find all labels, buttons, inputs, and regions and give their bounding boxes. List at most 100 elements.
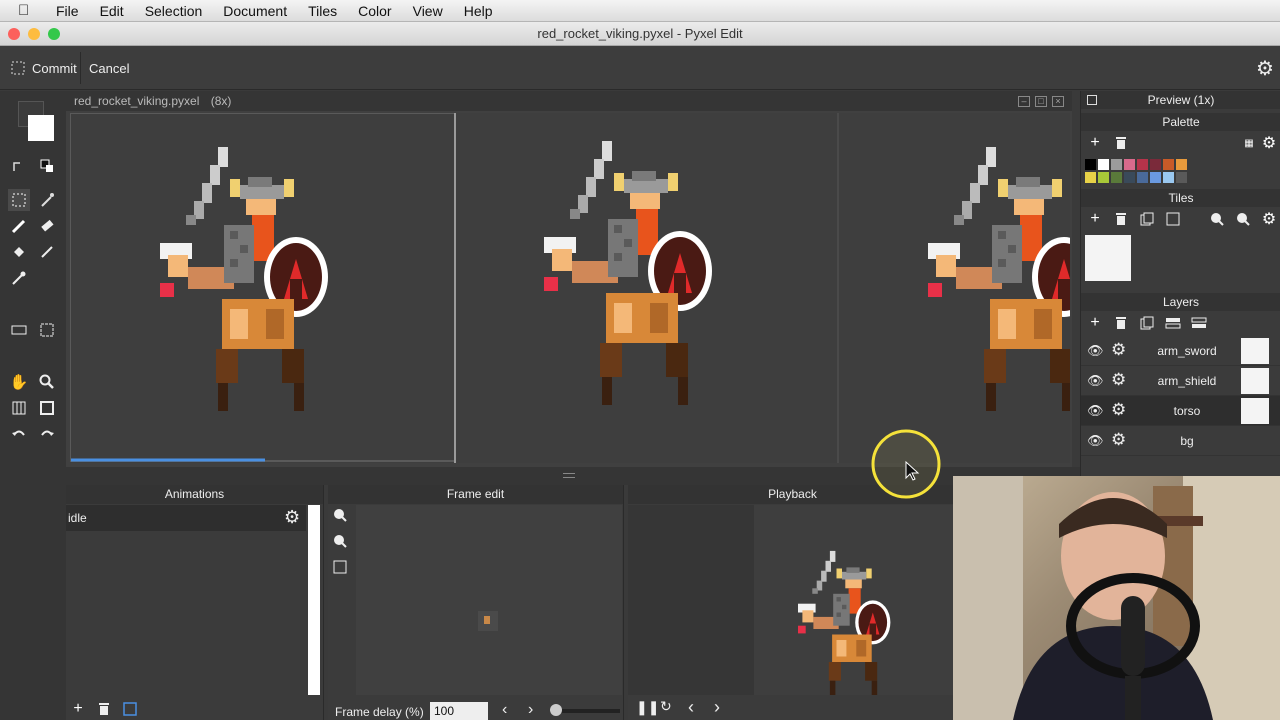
settings-button[interactable]: ⚙ — [1256, 46, 1274, 90]
layer-row[interactable]: 👁 ⚙ bg — [1081, 426, 1280, 456]
layer-row[interactable]: 👁 ⚙ arm_shield — [1081, 366, 1280, 396]
palette-swatch[interactable] — [1150, 159, 1161, 170]
layer-gear-icon[interactable]: ⚙ — [1111, 370, 1126, 390]
brush-icon[interactable] — [36, 241, 58, 263]
menu-color[interactable]: Color — [358, 3, 391, 19]
add-color-button[interactable]: + — [1085, 133, 1105, 153]
minimize-window-button[interactable] — [28, 28, 40, 40]
duplicate-layer-icon[interactable] — [1137, 313, 1157, 333]
delete-animation-icon[interactable] — [94, 699, 114, 719]
zoom-icon[interactable] — [36, 371, 58, 393]
palette-gear-icon[interactable]: ⚙ — [1259, 133, 1279, 153]
animation-item[interactable]: idle ⚙ — [66, 505, 306, 531]
tile-grid-icon[interactable] — [36, 397, 58, 419]
prev-playback-icon[interactable]: ‹ — [688, 697, 694, 718]
cancel-button[interactable]: Cancel — [89, 46, 129, 90]
frame-grid-icon[interactable] — [330, 557, 350, 577]
frame-edit-canvas[interactable] — [356, 505, 622, 695]
palette-swatch[interactable] — [1124, 159, 1135, 170]
palette-swatch[interactable] — [1150, 172, 1161, 183]
palette-swatch[interactable] — [1163, 159, 1174, 170]
eye-icon[interactable]: 👁 — [1087, 373, 1104, 389]
palette-swatch[interactable] — [1137, 172, 1148, 183]
layer-gear-icon[interactable]: ⚙ — [1111, 400, 1126, 420]
grid-toggle-icon[interactable] — [8, 397, 30, 419]
menu-document[interactable]: Document — [223, 3, 287, 19]
add-layer-button[interactable]: + — [1085, 313, 1105, 333]
merge-up-icon[interactable] — [1189, 313, 1209, 333]
close-doc-icon[interactable]: × — [1052, 96, 1064, 107]
palette-swatch[interactable] — [1176, 159, 1187, 170]
layer-row-selected[interactable]: 👁 ⚙ torso — [1081, 396, 1280, 426]
pencil-icon[interactable] — [8, 215, 30, 237]
layers-panel-header[interactable]: Layers — [1081, 293, 1280, 311]
restore-doc-icon[interactable]: □ — [1035, 96, 1047, 107]
palette-swatch[interactable] — [1098, 172, 1109, 183]
prev-frame-icon[interactable]: ‹ — [502, 701, 507, 719]
palette-panel-header[interactable]: Palette — [1081, 113, 1280, 131]
tile-thumbnail[interactable] — [1085, 235, 1131, 281]
hand-icon[interactable]: ✋ — [8, 371, 30, 393]
add-tile-button[interactable]: + — [1085, 209, 1105, 229]
animations-scrollbar[interactable] — [308, 505, 320, 695]
zoom-out-tiles-icon[interactable] — [1233, 209, 1253, 229]
zoom-window-button[interactable] — [48, 28, 60, 40]
rect-select-icon[interactable] — [8, 189, 30, 211]
layer-gear-icon[interactable]: ⚙ — [1111, 340, 1126, 360]
palette-options-icon[interactable]: ▦ — [1239, 133, 1259, 153]
animation-range-icon[interactable] — [120, 699, 140, 719]
undo-icon[interactable] — [8, 423, 30, 445]
loop-icon[interactable]: ↻ — [660, 698, 672, 715]
tiles-panel-header[interactable]: Tiles — [1081, 189, 1280, 207]
preview-toggle-icon[interactable] — [1087, 95, 1097, 105]
delete-tile-icon[interactable] — [1111, 209, 1131, 229]
menu-file[interactable]: File — [56, 3, 79, 19]
fill-bucket-icon[interactable] — [8, 241, 30, 263]
zoom-in-frame-icon[interactable] — [330, 505, 350, 525]
delete-color-icon[interactable] — [1111, 133, 1131, 153]
merge-down-icon[interactable] — [1163, 313, 1183, 333]
delete-layer-icon[interactable] — [1111, 313, 1131, 333]
layer-gear-icon[interactable]: ⚙ — [1111, 430, 1126, 450]
next-playback-icon[interactable]: › — [714, 697, 720, 718]
duplicate-tile-icon[interactable] — [1137, 209, 1157, 229]
eye-icon[interactable]: 👁 — [1087, 433, 1104, 449]
eraser-icon[interactable] — [36, 215, 58, 237]
commit-button[interactable]: Commit — [10, 46, 77, 90]
menu-view[interactable]: View — [413, 3, 443, 19]
palette-swatch[interactable] — [1176, 172, 1187, 183]
menu-help[interactable]: Help — [464, 3, 493, 19]
magic-wand-icon[interactable] — [36, 189, 58, 211]
tiles-gear-icon[interactable]: ⚙ — [1259, 209, 1279, 229]
eyedropper-icon[interactable] — [8, 267, 30, 289]
menu-selection[interactable]: Selection — [145, 3, 203, 19]
eye-icon[interactable]: 👁 — [1087, 343, 1104, 359]
layer-row[interactable]: 👁 ⚙ arm_sword — [1081, 336, 1280, 366]
drawing-canvas[interactable] — [70, 113, 1070, 463]
eye-icon[interactable]: 👁 — [1087, 403, 1104, 419]
palette-swatch[interactable] — [1111, 172, 1122, 183]
swap-colors-icon[interactable] — [8, 155, 30, 177]
tile-select-icon[interactable] — [36, 319, 58, 341]
frame-thumbnail[interactable] — [478, 611, 498, 631]
close-window-button[interactable] — [8, 28, 20, 40]
zoom-out-frame-icon[interactable] — [330, 531, 350, 551]
document-tab[interactable]: red_rocket_viking.pyxel (8x) — [66, 91, 1072, 111]
menu-edit[interactable]: Edit — [100, 3, 124, 19]
menu-tiles[interactable]: Tiles — [308, 3, 337, 19]
tile-frame-icon[interactable] — [1163, 209, 1183, 229]
default-colors-icon[interactable] — [36, 155, 58, 177]
zoom-in-tiles-icon[interactable] — [1207, 209, 1227, 229]
palette-swatch[interactable] — [1137, 159, 1148, 170]
palette-swatch[interactable] — [1163, 172, 1174, 183]
palette-swatch[interactable] — [1098, 159, 1109, 170]
palette-swatch[interactable] — [1124, 172, 1135, 183]
apple-icon[interactable]:  — [18, 2, 40, 19]
redo-icon[interactable] — [36, 423, 58, 445]
color-swatches[interactable] — [8, 101, 56, 145]
frame-slider-thumb[interactable] — [550, 704, 562, 716]
minimize-doc-icon[interactable]: – — [1018, 96, 1030, 107]
palette-swatch[interactable] — [1111, 159, 1122, 170]
tile-place-icon[interactable] — [8, 319, 30, 341]
frame-delay-input[interactable]: 100 — [430, 702, 488, 720]
